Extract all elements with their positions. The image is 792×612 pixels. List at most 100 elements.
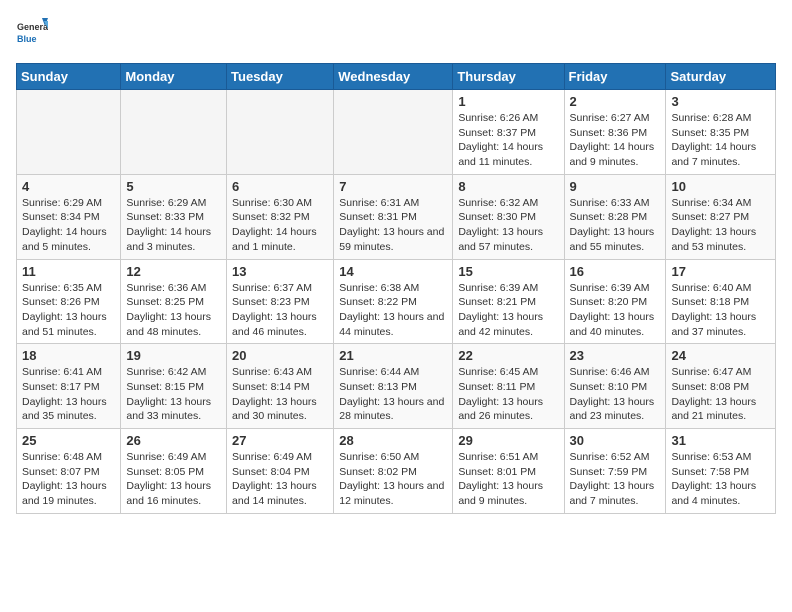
day-cell: 7 Sunrise: 6:31 AMSunset: 8:31 PMDaylight… [334, 174, 453, 259]
day-number: 19 [126, 348, 221, 363]
day-info: Sunrise: 6:35 AMSunset: 8:26 PMDaylight:… [22, 281, 115, 340]
day-info: Sunrise: 6:27 AMSunset: 8:36 PMDaylight:… [570, 111, 661, 170]
day-info: Sunrise: 6:32 AMSunset: 8:30 PMDaylight:… [458, 196, 558, 255]
day-cell: 15Sunrise: 6:39 AMSunset: 8:21 PMDayligh… [453, 259, 564, 344]
day-number: 18 [22, 348, 115, 363]
week-row-5: 25 Sunrise: 6:48 AMSunset: 8:07 PMDayligh… [17, 429, 776, 514]
day-number: 5 [126, 179, 221, 194]
day-cell: 12 Sunrise: 6:36 AMSunset: 8:25 PMDayligh… [121, 259, 227, 344]
day-cell: 10 Sunrise: 6:34 AMSunset: 8:27 PMDayligh… [666, 174, 776, 259]
day-cell [121, 90, 227, 175]
logo: General Blue [16, 16, 52, 53]
day-cell: 14 Sunrise: 6:38 AMSunset: 8:22 PMDayligh… [334, 259, 453, 344]
day-cell: 1 Sunrise: 6:26 AMSunset: 8:37 PMDaylight… [453, 90, 564, 175]
day-number: 21 [339, 348, 447, 363]
day-cell: 29Sunrise: 6:51 AMSunset: 8:01 PMDayligh… [453, 429, 564, 514]
week-row-2: 4 Sunrise: 6:29 AMSunset: 8:34 PMDaylight… [17, 174, 776, 259]
day-number: 11 [22, 264, 115, 279]
weekday-header-wednesday: Wednesday [334, 64, 453, 90]
day-info: Sunrise: 6:26 AMSunset: 8:37 PMDaylight:… [458, 111, 558, 170]
day-number: 22 [458, 348, 558, 363]
week-row-4: 18 Sunrise: 6:41 AMSunset: 8:17 PMDayligh… [17, 344, 776, 429]
week-row-1: 1 Sunrise: 6:26 AMSunset: 8:37 PMDaylight… [17, 90, 776, 175]
weekday-header-row: SundayMondayTuesdayWednesdayThursdayFrid… [17, 64, 776, 90]
logo-graphic: General Blue [16, 16, 48, 53]
day-cell: 25 Sunrise: 6:48 AMSunset: 8:07 PMDayligh… [17, 429, 121, 514]
day-cell: 18 Sunrise: 6:41 AMSunset: 8:17 PMDayligh… [17, 344, 121, 429]
day-number: 7 [339, 179, 447, 194]
day-info: Sunrise: 6:45 AMSunset: 8:11 PMDaylight:… [458, 365, 558, 424]
day-cell [334, 90, 453, 175]
day-cell: 30 Sunrise: 6:52 AMSunset: 7:59 PMDayligh… [564, 429, 666, 514]
day-info: Sunrise: 6:36 AMSunset: 8:25 PMDaylight:… [126, 281, 221, 340]
day-cell: 28 Sunrise: 6:50 AMSunset: 8:02 PMDayligh… [334, 429, 453, 514]
day-cell: 17Sunrise: 6:40 AMSunset: 8:18 PMDayligh… [666, 259, 776, 344]
day-number: 10 [671, 179, 770, 194]
day-info: Sunrise: 6:30 AMSunset: 8:32 PMDaylight:… [232, 196, 328, 255]
day-info: Sunrise: 6:46 AMSunset: 8:10 PMDaylight:… [570, 365, 661, 424]
day-number: 26 [126, 433, 221, 448]
svg-text:General: General [17, 22, 48, 32]
day-cell [227, 90, 334, 175]
day-cell: 24 Sunrise: 6:47 AMSunset: 8:08 PMDayligh… [666, 344, 776, 429]
day-info: Sunrise: 6:28 AMSunset: 8:35 PMDaylight:… [671, 111, 770, 170]
day-info: Sunrise: 6:47 AMSunset: 8:08 PMDaylight:… [671, 365, 770, 424]
day-info: Sunrise: 6:48 AMSunset: 8:07 PMDaylight:… [22, 450, 115, 509]
day-info: Sunrise: 6:40 AMSunset: 8:18 PMDaylight:… [671, 281, 770, 340]
weekday-header-tuesday: Tuesday [227, 64, 334, 90]
day-number: 13 [232, 264, 328, 279]
day-cell: 11 Sunrise: 6:35 AMSunset: 8:26 PMDayligh… [17, 259, 121, 344]
logo-container: General Blue [16, 16, 52, 53]
weekday-header-saturday: Saturday [666, 64, 776, 90]
day-cell [17, 90, 121, 175]
day-number: 30 [570, 433, 661, 448]
day-info: Sunrise: 6:31 AMSunset: 8:31 PMDaylight:… [339, 196, 447, 255]
day-number: 14 [339, 264, 447, 279]
day-info: Sunrise: 6:44 AMSunset: 8:13 PMDaylight:… [339, 365, 447, 424]
day-number: 23 [570, 348, 661, 363]
day-info: Sunrise: 6:49 AMSunset: 8:05 PMDaylight:… [126, 450, 221, 509]
calendar-table: SundayMondayTuesdayWednesdayThursdayFrid… [16, 63, 776, 514]
day-cell: 2 Sunrise: 6:27 AMSunset: 8:36 PMDaylight… [564, 90, 666, 175]
day-cell: 23 Sunrise: 6:46 AMSunset: 8:10 PMDayligh… [564, 344, 666, 429]
day-number: 20 [232, 348, 328, 363]
week-row-3: 11 Sunrise: 6:35 AMSunset: 8:26 PMDayligh… [17, 259, 776, 344]
day-cell: 20Sunrise: 6:43 AMSunset: 8:14 PMDayligh… [227, 344, 334, 429]
day-number: 29 [458, 433, 558, 448]
day-info: Sunrise: 6:37 AMSunset: 8:23 PMDaylight:… [232, 281, 328, 340]
day-info: Sunrise: 6:53 AMSunset: 7:58 PMDaylight:… [671, 450, 770, 509]
day-info: Sunrise: 6:50 AMSunset: 8:02 PMDaylight:… [339, 450, 447, 509]
day-number: 6 [232, 179, 328, 194]
day-number: 28 [339, 433, 447, 448]
day-info: Sunrise: 6:49 AMSunset: 8:04 PMDaylight:… [232, 450, 328, 509]
day-number: 25 [22, 433, 115, 448]
day-number: 4 [22, 179, 115, 194]
day-number: 27 [232, 433, 328, 448]
svg-text:Blue: Blue [17, 34, 37, 44]
day-info: Sunrise: 6:38 AMSunset: 8:22 PMDaylight:… [339, 281, 447, 340]
day-cell: 21 Sunrise: 6:44 AMSunset: 8:13 PMDayligh… [334, 344, 453, 429]
day-info: Sunrise: 6:39 AMSunset: 8:20 PMDaylight:… [570, 281, 661, 340]
day-number: 1 [458, 94, 558, 109]
weekday-header-sunday: Sunday [17, 64, 121, 90]
day-number: 12 [126, 264, 221, 279]
day-cell: 19 Sunrise: 6:42 AMSunset: 8:15 PMDayligh… [121, 344, 227, 429]
day-info: Sunrise: 6:29 AMSunset: 8:34 PMDaylight:… [22, 196, 115, 255]
day-cell: 13 Sunrise: 6:37 AMSunset: 8:23 PMDayligh… [227, 259, 334, 344]
day-cell: 6 Sunrise: 6:30 AMSunset: 8:32 PMDaylight… [227, 174, 334, 259]
day-cell: 8 Sunrise: 6:32 AMSunset: 8:30 PMDaylight… [453, 174, 564, 259]
day-cell: 22 Sunrise: 6:45 AMSunset: 8:11 PMDayligh… [453, 344, 564, 429]
day-number: 24 [671, 348, 770, 363]
day-cell: 26 Sunrise: 6:49 AMSunset: 8:05 PMDayligh… [121, 429, 227, 514]
day-cell: 9Sunrise: 6:33 AMSunset: 8:28 PMDaylight… [564, 174, 666, 259]
day-number: 8 [458, 179, 558, 194]
day-info: Sunrise: 6:42 AMSunset: 8:15 PMDaylight:… [126, 365, 221, 424]
day-info: Sunrise: 6:29 AMSunset: 8:33 PMDaylight:… [126, 196, 221, 255]
day-info: Sunrise: 6:52 AMSunset: 7:59 PMDaylight:… [570, 450, 661, 509]
day-info: Sunrise: 6:34 AMSunset: 8:27 PMDaylight:… [671, 196, 770, 255]
day-info: Sunrise: 6:41 AMSunset: 8:17 PMDaylight:… [22, 365, 115, 424]
day-info: Sunrise: 6:39 AMSunset: 8:21 PMDaylight:… [458, 281, 558, 340]
weekday-header-friday: Friday [564, 64, 666, 90]
day-cell: 27 Sunrise: 6:49 AMSunset: 8:04 PMDayligh… [227, 429, 334, 514]
day-number: 2 [570, 94, 661, 109]
